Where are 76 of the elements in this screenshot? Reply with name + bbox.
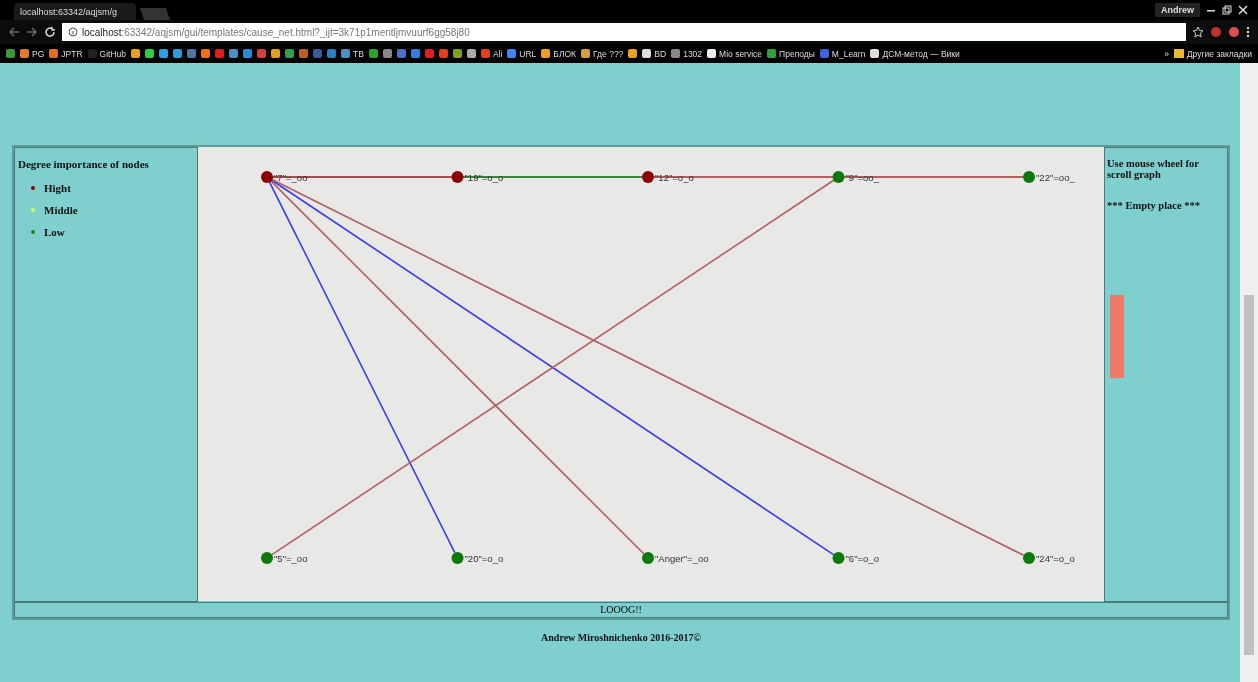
extension-icon[interactable] bbox=[1210, 26, 1222, 38]
log-strip: LOOOG!! bbox=[14, 602, 1228, 618]
legend-label: Middle bbox=[44, 204, 78, 216]
graph-node[interactable] bbox=[451, 171, 464, 183]
bookmark-link[interactable]: ДСМ-метод — Вики bbox=[870, 48, 960, 59]
address-field[interactable]: localhost:63342/aqjsm/gui/templates/cause_net.html?_ijt=3k71p1mentljmvuurf6gg58j80 bbox=[62, 23, 1186, 41]
bookmark-icon[interactable] bbox=[438, 49, 448, 58]
bookmark-icon[interactable] bbox=[285, 49, 294, 58]
bookmark-icon[interactable] bbox=[628, 49, 638, 58]
bookmark-icon[interactable] bbox=[382, 49, 392, 58]
bookmark-icon[interactable] bbox=[452, 49, 462, 58]
graph-node[interactable] bbox=[261, 171, 273, 183]
restore-icon[interactable] bbox=[1222, 5, 1232, 15]
bookmark-icon[interactable] bbox=[424, 49, 434, 58]
node-label: "20"=o_o bbox=[464, 552, 504, 564]
bookmark-icon[interactable] bbox=[131, 49, 140, 58]
footer-copyright: Andrew Miroshnichenko 2016-2017© bbox=[540, 632, 702, 643]
node-label: "24"=o_o bbox=[1036, 552, 1075, 564]
bookmark-link[interactable]: JPTR bbox=[49, 48, 83, 59]
bookmark-link[interactable]: БЛОК bbox=[541, 48, 577, 59]
graph-node[interactable] bbox=[642, 552, 654, 564]
bookmark-link[interactable]: Преподы bbox=[767, 48, 815, 59]
legend-title: Degree importance of nodes bbox=[18, 158, 150, 170]
graph-node[interactable] bbox=[642, 171, 654, 183]
scroll-hint: Use mouse wheel for scroll graph bbox=[1107, 158, 1200, 180]
bookmark-link[interactable]: M_Learn bbox=[819, 48, 866, 59]
legend-label: Low bbox=[44, 226, 65, 238]
more-bookmarks-button[interactable]: » bbox=[1164, 48, 1169, 59]
bookmark-icon[interactable] bbox=[173, 49, 182, 58]
reload-icon[interactable] bbox=[44, 26, 56, 38]
bookmark-icon[interactable] bbox=[368, 49, 378, 58]
node-label: "Anger"=_oo bbox=[655, 552, 709, 564]
graph-node[interactable] bbox=[1023, 171, 1035, 183]
scrollbar-thumb[interactable] bbox=[1244, 295, 1254, 655]
bookmark-icon[interactable] bbox=[145, 49, 154, 58]
folder-icon bbox=[1173, 49, 1184, 58]
tab-title: localhost:63342/aqjsm/g bbox=[20, 6, 118, 17]
node-label: "22"=oo_ bbox=[1036, 171, 1075, 183]
bookmark-link[interactable]: Где ??? bbox=[581, 48, 624, 59]
browser-tab[interactable]: localhost:63342/aqjsm/g bbox=[14, 3, 136, 20]
info-icon[interactable] bbox=[68, 27, 78, 37]
bookmark-icon[interactable] bbox=[396, 49, 406, 58]
bookmark-icon[interactable] bbox=[466, 49, 476, 58]
bookmark-link[interactable]: BD bbox=[642, 48, 667, 59]
bookmark-link[interactable]: PG bbox=[20, 48, 45, 59]
graph-node[interactable] bbox=[832, 171, 845, 183]
bookmark-link[interactable]: Ali bbox=[480, 48, 503, 59]
other-bookmarks-link[interactable]: Другие закладки bbox=[1173, 48, 1252, 59]
back-icon[interactable] bbox=[8, 26, 20, 38]
graph-node[interactable] bbox=[451, 552, 464, 564]
forward-icon[interactable] bbox=[26, 26, 38, 38]
bookmark-icon[interactable] bbox=[271, 49, 280, 58]
empty-place-note: *** Empty place *** bbox=[1107, 200, 1202, 211]
profile-button[interactable]: Andrew bbox=[1155, 3, 1200, 17]
bookmark-link[interactable]: GitHub bbox=[87, 48, 126, 59]
extension-icon[interactable] bbox=[1228, 26, 1240, 38]
close-icon[interactable] bbox=[1238, 5, 1248, 15]
bookmark-link[interactable]: 1302 bbox=[671, 48, 703, 59]
bookmark-icon[interactable] bbox=[243, 49, 252, 58]
legend-label: Hight bbox=[44, 182, 71, 194]
node-label: "5"=_oo bbox=[274, 552, 308, 564]
bookmark-icon[interactable] bbox=[6, 49, 15, 58]
node-label: "6"=o_o bbox=[845, 552, 879, 564]
bookmark-icon[interactable] bbox=[159, 49, 168, 58]
bookmark-icon[interactable] bbox=[229, 49, 238, 58]
bookmark-link[interactable]: Mio service bbox=[707, 48, 763, 59]
star-icon[interactable] bbox=[1192, 26, 1204, 38]
bookmark-icon[interactable] bbox=[201, 49, 210, 58]
scrollbar[interactable] bbox=[1240, 63, 1258, 682]
graph-node[interactable] bbox=[1023, 552, 1035, 564]
bookmark-link[interactable]: TB bbox=[341, 48, 364, 59]
bookmark-icon[interactable] bbox=[410, 49, 420, 58]
menu-icon[interactable] bbox=[1246, 26, 1250, 38]
bookmark-link[interactable]: URL bbox=[507, 48, 537, 59]
graph-node[interactable] bbox=[261, 552, 273, 564]
graph-node[interactable] bbox=[832, 552, 845, 564]
